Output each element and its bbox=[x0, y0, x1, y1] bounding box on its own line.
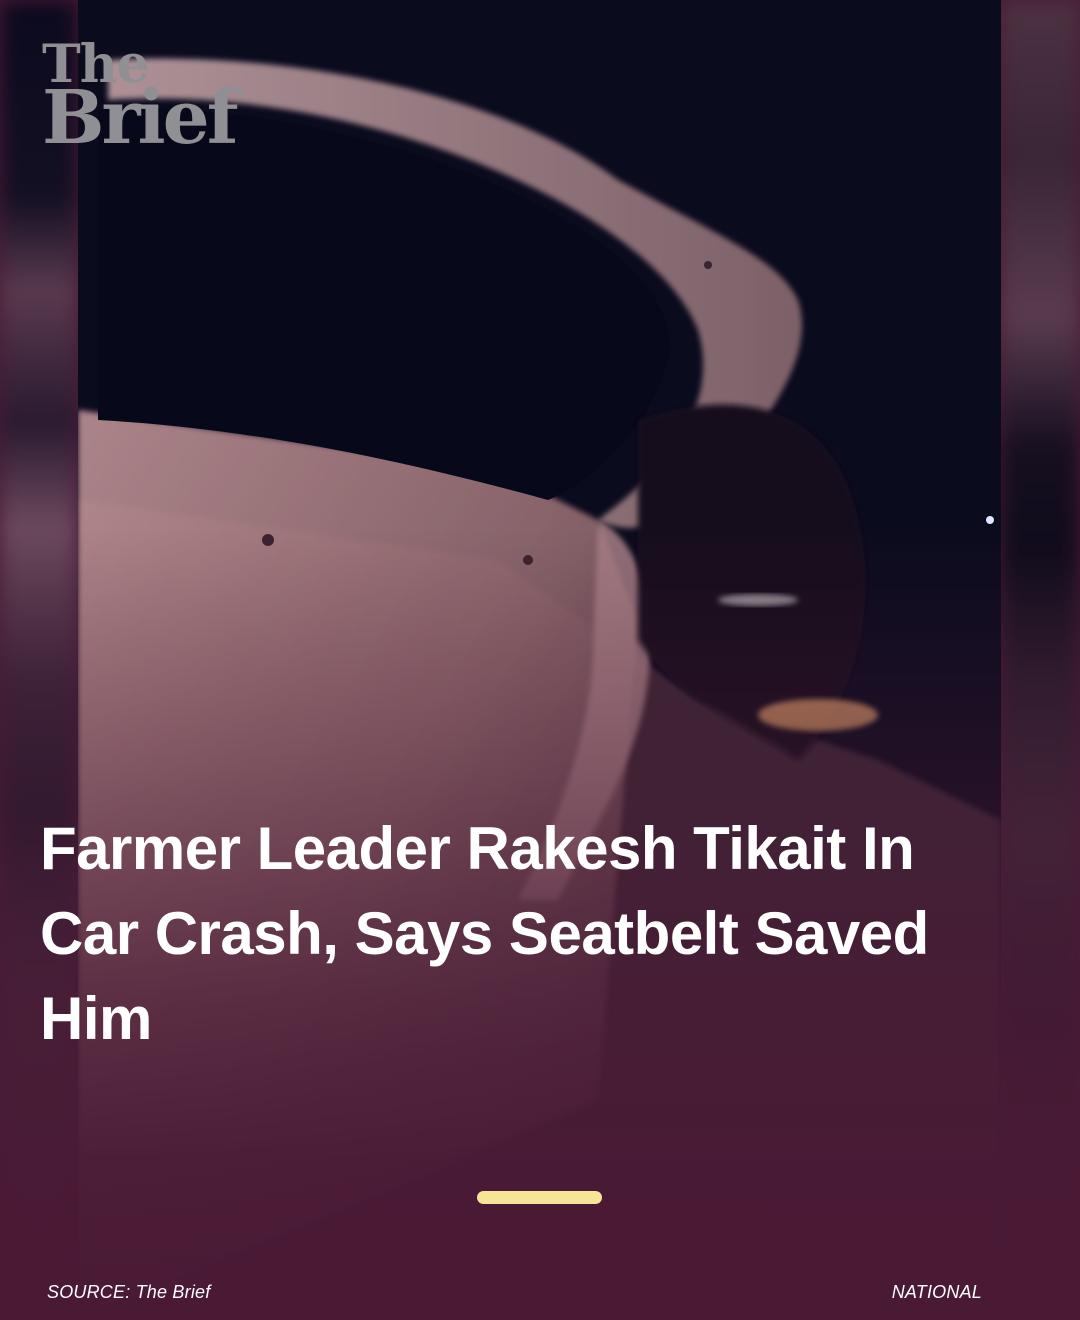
blurred-background-right bbox=[1000, 0, 1080, 1320]
logo-text-brief: Brief bbox=[42, 74, 239, 161]
car-crash-photo bbox=[78, 0, 1001, 1320]
story-page[interactable]: The Brief Farmer Leader Rakesh Tikait In… bbox=[0, 0, 1080, 1320]
category-label: NATIONAL bbox=[891, 1282, 982, 1302]
swipe-up-indicator[interactable] bbox=[477, 1191, 602, 1204]
the-brief-logo: The Brief bbox=[42, 39, 239, 161]
story-headline: Farmer Leader Rakesh Tikait In Car Crash… bbox=[40, 815, 929, 1052]
car-photo-illustration bbox=[78, 0, 1001, 1320]
blurred-background-left bbox=[0, 0, 78, 1320]
source-credit: SOURCE: The Brief bbox=[47, 1282, 211, 1302]
